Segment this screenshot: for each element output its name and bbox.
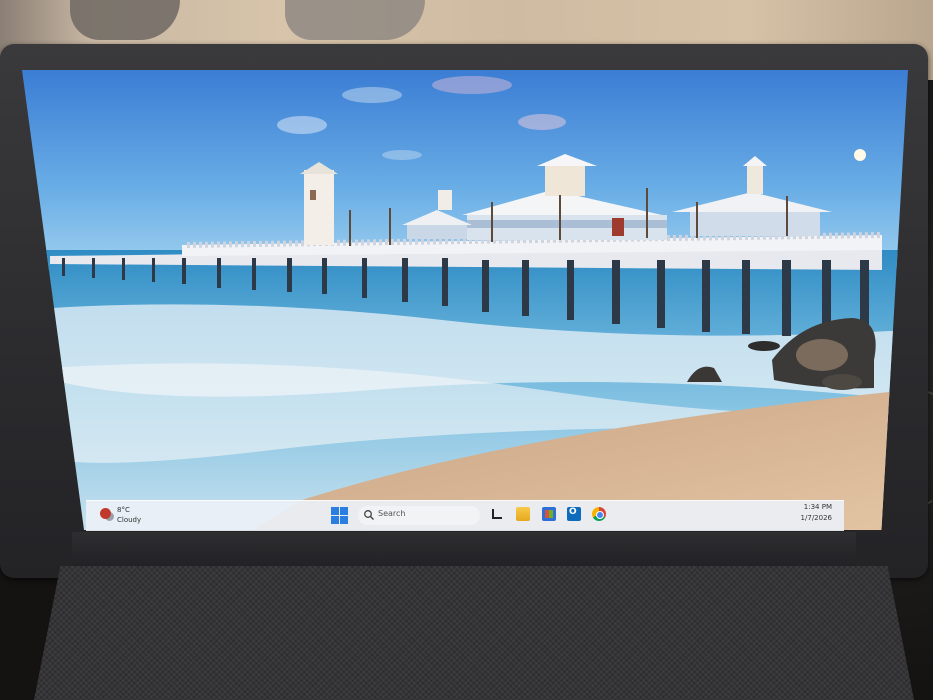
start-logo-tile — [331, 516, 339, 524]
search-label: Search — [378, 509, 406, 518]
start-logo-tile — [331, 507, 339, 515]
weather-condition: Cloudy — [117, 516, 142, 524]
start-logo-tile — [340, 507, 348, 515]
chrome-icon[interactable] — [592, 507, 606, 521]
weather-temperature: 8°C — [117, 506, 130, 514]
clock-date: 1/7/2026 — [800, 514, 832, 522]
fabric-stand-cover — [34, 566, 914, 700]
folder-icon[interactable] — [516, 507, 530, 521]
taskbar: 8°C Cloudy Search 1:34 PM 1/7/2026 — [86, 500, 844, 531]
task-view-icon[interactable] — [490, 507, 504, 521]
weather-widget[interactable]: 8°C Cloudy — [100, 505, 160, 527]
weather-alert-icon — [100, 508, 111, 519]
outlook-icon[interactable] — [567, 507, 581, 521]
monitor-screen — [22, 70, 908, 530]
store-icon[interactable] — [542, 507, 556, 521]
start-logo-tile — [340, 516, 348, 524]
system-clock[interactable]: 1:34 PM 1/7/2026 — [801, 503, 832, 522]
desktop-wallpaper[interactable] — [22, 70, 908, 530]
wall-decoration — [285, 0, 425, 40]
taskbar-search-box[interactable]: Search — [358, 506, 480, 525]
windows-start-icon[interactable] — [331, 507, 348, 524]
clock-time: 1:34 PM — [803, 503, 832, 511]
search-icon — [364, 510, 374, 520]
